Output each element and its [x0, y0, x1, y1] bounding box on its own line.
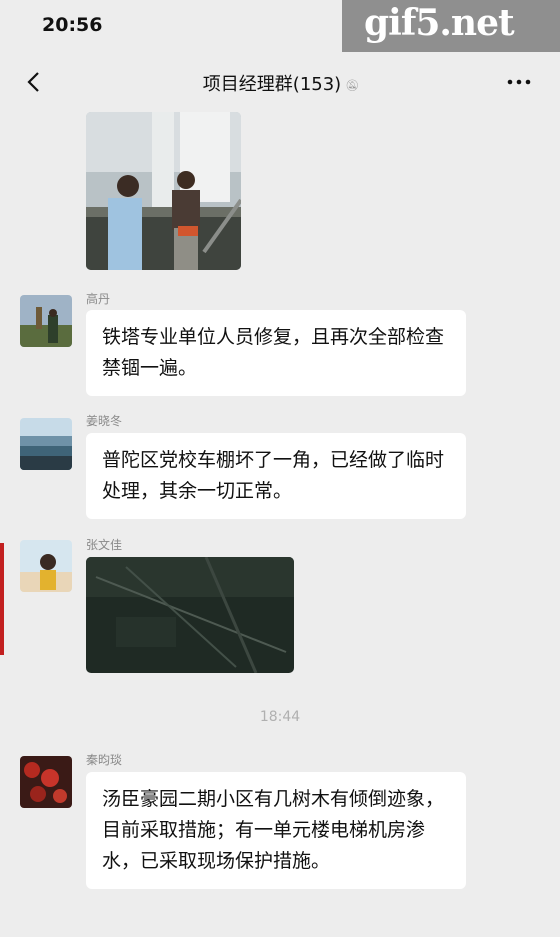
avatar-landscape-icon [20, 295, 72, 347]
sender-name: 秦昀琰 [86, 753, 123, 767]
message-text: 汤臣豪园二期小区有几树木有倾倒迹象，目前采取措施；有一单元楼电梯机房渗水，已采取… [102, 788, 445, 872]
mute-bell-icon: 🔕︎ [345, 79, 360, 92]
sender-name: 张文佳 [86, 538, 123, 552]
photo-workers-tower-icon [86, 112, 241, 270]
timestamp-divider: 18:44 [259, 709, 301, 725]
nav-bar: 项目经理群(153) 🔕︎ [0, 52, 560, 112]
photo-dark-canopy-icon [86, 557, 294, 673]
avatar-seaside-icon [20, 418, 72, 470]
red-edge-decoration [0, 543, 4, 655]
more-options-icon[interactable] [506, 74, 532, 90]
avatar[interactable] [20, 756, 72, 808]
message-text: 普陀区党校车棚坏了一角，已经做了临时处理，其余一切正常。 [102, 449, 445, 502]
chat-title: 项目经理群(153) 🔕︎ [0, 70, 560, 96]
avatar[interactable] [20, 418, 72, 470]
avatar[interactable] [20, 295, 72, 347]
image-message[interactable] [86, 112, 241, 270]
message-bubble[interactable]: 普陀区党校车棚坏了一角，已经做了临时处理，其余一切正常。 [86, 433, 466, 519]
avatar-red-flowers-icon [20, 756, 72, 808]
message-bubble[interactable]: 汤臣豪园二期小区有几树木有倾倒迹象，目前采取措施；有一单元楼电梯机房渗水，已采取… [86, 772, 466, 889]
chat-title-text: 项目经理群(153) [202, 74, 342, 95]
message-text: 铁塔专业单位人员修复，且再次全部检查禁锢一遍。 [102, 326, 445, 379]
avatar[interactable] [20, 540, 72, 592]
avatar-person-beach-icon [20, 540, 72, 592]
status-time: 20:56 [42, 14, 103, 36]
sender-name: 高丹 [86, 292, 111, 306]
message-bubble[interactable]: 铁塔专业单位人员修复，且再次全部检查禁锢一遍。 [86, 310, 466, 396]
image-message[interactable] [86, 557, 294, 673]
chat-screen: 20:56 gif5.net 项目经理群(153) 🔕︎ 高丹 铁塔专业单位人员… [0, 0, 560, 937]
watermark: gif5.net [342, 0, 560, 54]
sender-name: 姜晓冬 [86, 414, 123, 428]
watermark-text: gif5.net [364, 2, 515, 44]
